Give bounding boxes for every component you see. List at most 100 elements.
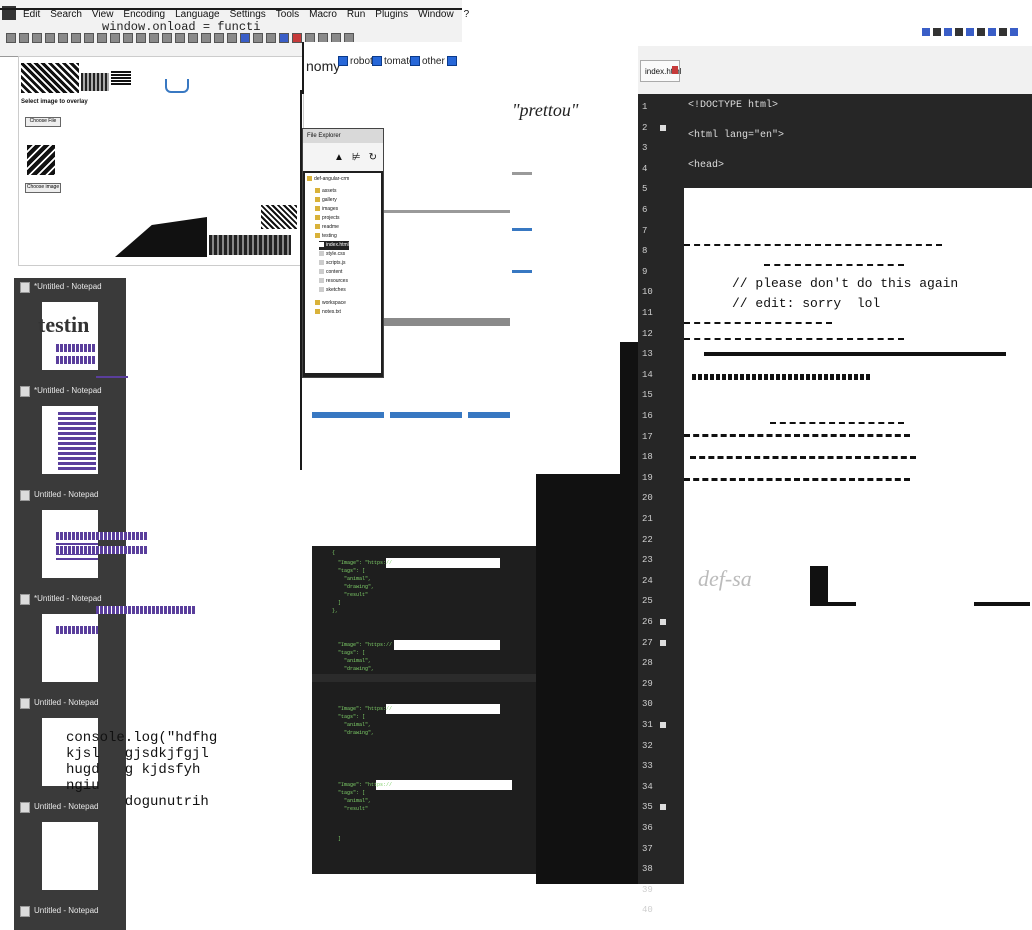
panel-icon[interactable]	[966, 28, 974, 36]
folder-icon	[307, 176, 312, 182]
menu-plugins[interactable]: Plugins	[370, 9, 413, 20]
menu-window[interactable]: Window	[413, 9, 459, 20]
filter-icon[interactable]: ⊭	[352, 152, 361, 163]
menu-macro[interactable]: Macro	[304, 9, 342, 20]
function-list-icon[interactable]	[253, 33, 263, 43]
line-number: 27	[642, 637, 653, 648]
line-number: 26	[642, 617, 653, 627]
fold-marker-icon[interactable]	[660, 722, 666, 728]
fold-marker-icon[interactable]	[660, 124, 666, 131]
copy-icon[interactable]	[97, 33, 107, 43]
tree-root[interactable]: def-angular-crm	[307, 175, 349, 184]
tree-item[interactable]: sketches	[319, 286, 346, 295]
fold-marker-icon[interactable]	[660, 639, 666, 646]
new-file-icon[interactable]	[6, 33, 16, 43]
option-other[interactable]: other	[408, 56, 459, 67]
tree-item[interactable]: images	[315, 205, 338, 214]
print-icon[interactable]	[71, 33, 81, 43]
line-number: 36	[642, 823, 653, 833]
menu-edit[interactable]: Edit	[18, 9, 45, 20]
line-number: 30	[642, 699, 653, 710]
glitch-bar	[974, 602, 1030, 606]
sync-icon[interactable]	[201, 33, 211, 43]
tree-item-selected[interactable]: index.html	[319, 241, 349, 250]
refresh-icon[interactable]: ↻	[369, 152, 377, 163]
json-line: "result"	[332, 806, 369, 812]
choose-file-button[interactable]: Choose File	[25, 117, 61, 127]
indent-icon[interactable]	[227, 33, 237, 43]
checkbox-icon[interactable]	[338, 56, 348, 67]
cut-icon[interactable]	[84, 33, 94, 43]
collapse-icon[interactable]: ▲	[334, 152, 344, 163]
checkbox-icon[interactable]	[372, 56, 382, 67]
blue-button[interactable]	[390, 412, 462, 418]
close-tab-icon[interactable]	[672, 66, 678, 74]
zoom-in-icon[interactable]	[175, 33, 185, 43]
folder-icon	[315, 300, 320, 306]
tree-item[interactable]: projects	[315, 214, 340, 223]
tree-item[interactable]: workspace	[315, 299, 346, 308]
open-file-icon[interactable]	[19, 33, 29, 43]
line-number: 24	[642, 575, 653, 586]
tree-item[interactable]: notes.txt	[315, 308, 341, 317]
maximize-icon[interactable]	[988, 28, 996, 36]
checkbox-icon[interactable]	[446, 56, 457, 67]
zoom-out-icon[interactable]	[188, 33, 198, 43]
notepad-thumbnail[interactable]: Untitled - Notepad	[16, 902, 124, 930]
record-macro-icon[interactable]	[292, 33, 302, 43]
restore-icon[interactable]	[933, 28, 941, 36]
tree-item[interactable]: content	[319, 268, 342, 277]
layout-icon[interactable]	[944, 28, 952, 36]
menu-tools[interactable]: Tools	[271, 9, 304, 20]
tree-item[interactable]: assets	[315, 187, 336, 196]
notepad-thumbnail[interactable]: *Untitled - Notepad	[16, 590, 124, 690]
redo-icon[interactable]	[136, 33, 146, 43]
find-icon[interactable]	[149, 33, 159, 43]
folder-workspace-icon[interactable]	[266, 33, 276, 43]
tree-item[interactable]: testing	[315, 232, 337, 241]
split-icon[interactable]	[955, 28, 963, 36]
option-robot[interactable]: robot	[336, 56, 373, 67]
notepad-title: *Untitled - Notepad	[34, 282, 102, 291]
line-number: 8	[642, 246, 648, 257]
monitor-icon[interactable]	[279, 33, 289, 43]
notepad-thumbnail[interactable]: *Untitled - Notepad	[16, 382, 124, 482]
noise-image	[261, 205, 297, 229]
folder-icon	[315, 206, 320, 212]
doc-map-icon[interactable]	[240, 33, 250, 43]
fold-marker-icon[interactable]	[660, 619, 666, 625]
tree-item[interactable]: style.css	[319, 250, 345, 259]
minimize-icon[interactable]	[922, 28, 930, 36]
tree-item[interactable]: scripts.js	[319, 259, 345, 268]
save-all-icon[interactable]	[45, 33, 55, 43]
notepad-icon	[20, 906, 30, 917]
replace-icon[interactable]	[162, 33, 172, 43]
blue-button[interactable]	[312, 412, 384, 418]
settings-icon[interactable]	[977, 28, 985, 36]
close-window-icon[interactable]	[999, 28, 1007, 36]
menu-run[interactable]: Run	[342, 9, 370, 20]
menu-language[interactable]: Language	[170, 9, 225, 20]
menu-search[interactable]: Search	[45, 9, 87, 20]
tree-item[interactable]: gallery	[315, 196, 337, 205]
tree-item[interactable]: resources	[319, 277, 348, 286]
menu-settings[interactable]: Settings	[225, 9, 271, 20]
tree-item[interactable]: readme	[315, 223, 339, 232]
pin-icon[interactable]	[1010, 28, 1018, 36]
undo-icon[interactable]	[123, 33, 133, 43]
checkbox-icon[interactable]	[410, 56, 420, 67]
close-icon[interactable]	[58, 33, 68, 43]
menu-view[interactable]: View	[87, 9, 119, 20]
choose-image-button[interactable]: Choose image	[25, 183, 61, 193]
save-icon[interactable]	[32, 33, 42, 43]
paste-icon[interactable]	[110, 33, 120, 43]
fold-marker-icon[interactable]	[660, 804, 666, 811]
notepad-thumbnail[interactable]: Untitled - Notepad	[16, 798, 124, 898]
code-editor-window: index.html 1 2 3 4 5 6 7 8 9 10 11 12 13 14 15 16 17 18 19…	[638, 46, 1032, 915]
wrap-icon[interactable]	[214, 33, 224, 43]
menu-encoding[interactable]: Encoding	[118, 9, 170, 20]
blue-button[interactable]	[468, 412, 510, 418]
menu-help[interactable]: ?	[459, 9, 475, 20]
folder-icon	[315, 224, 320, 230]
code-comment: // please don't do this again	[732, 276, 959, 291]
